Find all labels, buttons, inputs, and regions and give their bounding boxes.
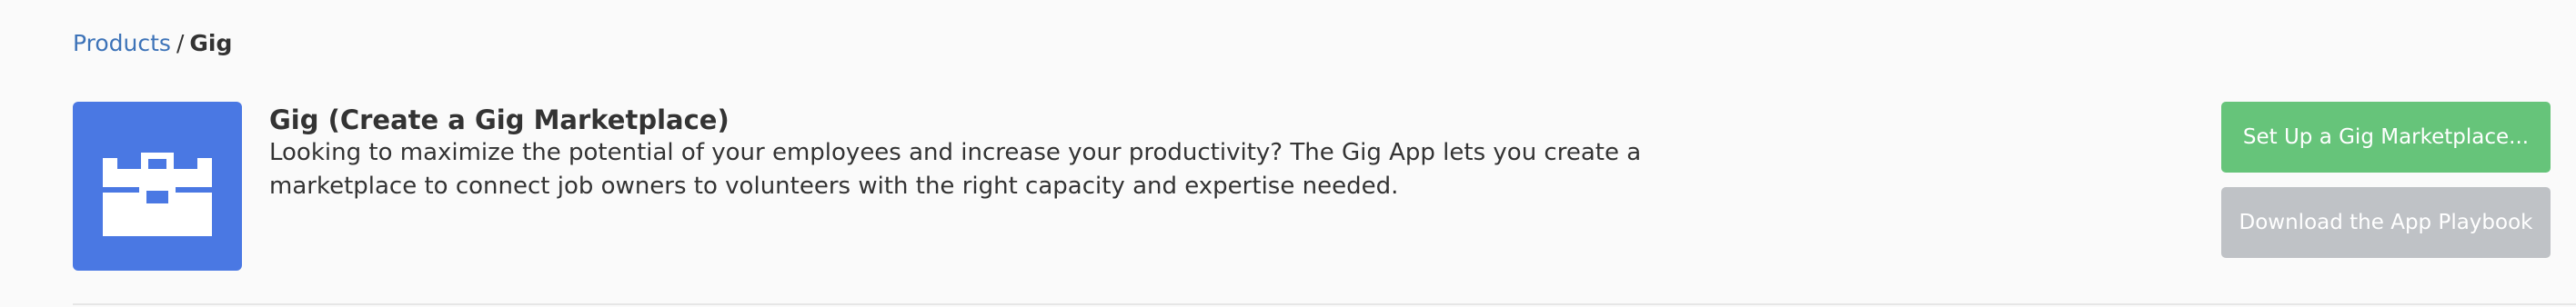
app-title: Gig (Create a Gig Marketplace) bbox=[269, 104, 730, 135]
breadcrumb-link-products[interactable]: Products bbox=[73, 30, 171, 56]
setup-gig-marketplace-button[interactable]: Set Up a Gig Marketplace... bbox=[2221, 102, 2551, 173]
briefcase-icon bbox=[73, 102, 242, 271]
app-description: Looking to maximize the potential of you… bbox=[269, 139, 1642, 200]
breadcrumb-separator: / bbox=[176, 30, 185, 56]
breadcrumb-current: Gig bbox=[189, 30, 233, 56]
section-divider bbox=[73, 303, 2576, 305]
breadcrumb: Products / Gig bbox=[73, 27, 232, 60]
download-playbook-button[interactable]: Download the App Playbook bbox=[2221, 187, 2551, 258]
app-detail-page: Products / Gig Gig (Create a Gig Marketpla… bbox=[0, 0, 2576, 307]
